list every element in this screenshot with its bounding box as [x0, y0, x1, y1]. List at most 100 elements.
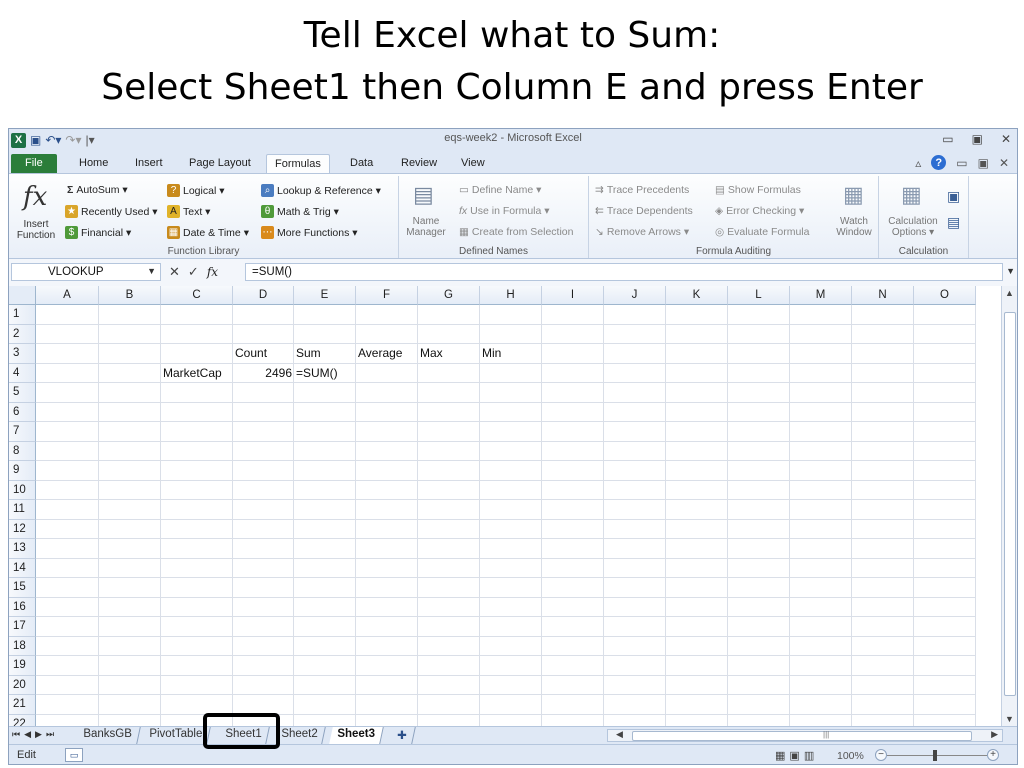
doc-minimize-icon[interactable]: ▭ [956, 156, 967, 170]
scroll-down-icon[interactable]: ▼ [1005, 714, 1014, 724]
financial-button[interactable]: $ Financial ▾ [65, 226, 131, 239]
column-header-j[interactable]: J [604, 286, 666, 305]
insert-sheet-tab[interactable]: ✚ [389, 727, 416, 744]
close-icon[interactable]: ✕ [1001, 132, 1011, 146]
zoom-slider[interactable]: − + [875, 749, 1003, 763]
select-all-corner[interactable] [9, 286, 36, 305]
row-header-18[interactable]: 18 [9, 636, 36, 656]
tab-formulas[interactable]: Formulas [266, 154, 330, 173]
row-header-13[interactable]: 13 [9, 539, 36, 559]
scroll-right-icon[interactable]: ▶ [991, 729, 998, 740]
minimize-ribbon-icon[interactable]: ▵ [915, 156, 921, 170]
row-header-5[interactable]: 5 [9, 383, 36, 403]
row-header-19[interactable]: 19 [9, 656, 36, 676]
cell-d3[interactable]: Count [235, 344, 292, 363]
doc-close-icon[interactable]: ✕ [999, 156, 1009, 170]
name-box-dropdown-icon[interactable]: ▼ [147, 266, 156, 276]
column-header-o[interactable]: O [914, 286, 976, 305]
sheet-tab-banksgb[interactable]: BanksGB [75, 727, 141, 744]
column-header-d[interactable]: D [233, 286, 294, 305]
row-header-6[interactable]: 6 [9, 402, 36, 422]
row-header-4[interactable]: 4 [9, 363, 36, 383]
column-header-c[interactable]: C [161, 286, 233, 305]
row-header-21[interactable]: 21 [9, 695, 36, 715]
row-header-17[interactable]: 17 [9, 617, 36, 637]
sheet-tab-sheet2[interactable]: Sheet2 [273, 727, 327, 744]
evaluate-formula-button[interactable]: ◎ Evaluate Formula [715, 226, 809, 238]
scroll-up-icon[interactable]: ▲ [1005, 288, 1014, 298]
worksheet-grid[interactable]: A B C D E F G H I J K L M N O 1 2 3 4 5 6 7 8 9 10 11 12 13 14 15 16 17… [9, 286, 1001, 726]
cancel-entry-icon[interactable]: ✕ [169, 264, 180, 280]
minimize-icon[interactable]: ▭ [942, 132, 953, 146]
logical-button[interactable]: ? Logical ▾ [167, 184, 224, 197]
row-header-2[interactable]: 2 [9, 324, 36, 344]
column-header-e[interactable]: E [294, 286, 356, 305]
cell-g3[interactable]: Max [420, 344, 478, 363]
cell-f3[interactable]: Average [358, 344, 416, 363]
page-layout-view-icon[interactable]: ▣ [789, 749, 799, 762]
help-icon[interactable]: ? [931, 155, 947, 170]
calculation-options-button[interactable]: Calculation Options ▾ [883, 216, 943, 238]
trace-precedents-button[interactable]: ⇉ Trace Precedents [595, 184, 689, 196]
vertical-scrollbar[interactable]: ▲ ▼ [1001, 286, 1017, 726]
use-in-formula-button[interactable]: fx Use in Formula ▾ [459, 205, 550, 217]
tab-insert[interactable]: Insert [127, 154, 171, 173]
tab-page-layout[interactable]: Page Layout [181, 154, 259, 173]
tab-review[interactable]: Review [393, 154, 445, 173]
normal-view-icon[interactable]: ▦ [775, 749, 785, 762]
trace-dependents-button[interactable]: ⇇ Trace Dependents [595, 205, 693, 217]
calculate-sheet-icon[interactable]: ▤ [947, 214, 960, 231]
page-break-view-icon[interactable]: ▥ [804, 749, 814, 762]
tab-view[interactable]: View [453, 154, 493, 173]
doc-restore-icon[interactable]: ▣ [978, 156, 989, 170]
cell-d4[interactable]: 2496 [235, 364, 292, 383]
calculation-options-icon[interactable]: ▦ [901, 182, 922, 208]
row-header-9[interactable]: 9 [9, 461, 36, 481]
calculator-icon[interactable]: ▣ [947, 188, 960, 205]
name-manager-button[interactable]: Name Manager [401, 216, 451, 238]
date-time-button[interactable]: ▦ Date & Time ▾ [167, 226, 249, 239]
autosum-button[interactable]: Σ AutoSum ▾ [67, 184, 128, 196]
column-header-i[interactable]: I [542, 286, 604, 305]
vertical-scroll-thumb[interactable] [1004, 312, 1016, 696]
row-header-16[interactable]: 16 [9, 597, 36, 617]
zoom-knob[interactable] [933, 750, 937, 761]
create-from-selection-button[interactable]: ▦ Create from Selection [459, 226, 573, 238]
column-header-h[interactable]: H [480, 286, 542, 305]
zoom-in-icon[interactable]: + [987, 749, 999, 761]
tab-data[interactable]: Data [342, 154, 381, 173]
show-formulas-button[interactable]: ▤ Show Formulas [715, 184, 801, 196]
column-header-f[interactable]: F [356, 286, 418, 305]
remove-arrows-button[interactable]: ↘ Remove Arrows ▾ [595, 226, 689, 238]
more-functions-button[interactable]: ⋯ More Functions ▾ [261, 226, 358, 239]
insert-function-button[interactable]: Insert Function [11, 219, 61, 241]
scroll-left-icon[interactable]: ◀ [616, 729, 623, 740]
recently-used-button[interactable]: ★ Recently Used ▾ [65, 205, 157, 218]
sheet-nav-arrows-icon[interactable]: ⏮◀▶⏭ [12, 729, 58, 740]
row-header-11[interactable]: 11 [9, 500, 36, 520]
column-header-g[interactable]: G [418, 286, 480, 305]
insert-function-icon[interactable]: fx [23, 182, 47, 212]
error-checking-button[interactable]: ◈ Error Checking ▾ [715, 205, 804, 217]
zoom-level[interactable]: 100% [837, 750, 864, 762]
row-header-14[interactable]: 14 [9, 558, 36, 578]
row-header-20[interactable]: 20 [9, 675, 36, 695]
column-header-k[interactable]: K [666, 286, 728, 305]
name-box[interactable]: VLOOKUP ▼ [11, 263, 161, 281]
row-header-10[interactable]: 10 [9, 480, 36, 500]
cell-e4[interactable]: =SUM() [296, 364, 354, 383]
cell-h3[interactable]: Min [482, 344, 540, 363]
cell-c4[interactable]: MarketCap [163, 364, 231, 383]
expand-formula-bar-icon[interactable]: ▼ [1006, 266, 1015, 276]
column-header-n[interactable]: N [852, 286, 914, 305]
math-trig-button[interactable]: θ Math & Trig ▾ [261, 205, 339, 218]
row-header-7[interactable]: 7 [9, 422, 36, 442]
column-header-m[interactable]: M [790, 286, 852, 305]
define-name-button[interactable]: ▭ Define Name ▾ [459, 184, 541, 196]
row-header-22[interactable]: 22 [9, 714, 36, 726]
row-header-12[interactable]: 12 [9, 519, 36, 539]
restore-icon[interactable]: ▣ [972, 132, 983, 146]
tab-file[interactable]: File [11, 154, 57, 173]
column-header-a[interactable]: A [36, 286, 99, 305]
column-header-l[interactable]: L [728, 286, 790, 305]
